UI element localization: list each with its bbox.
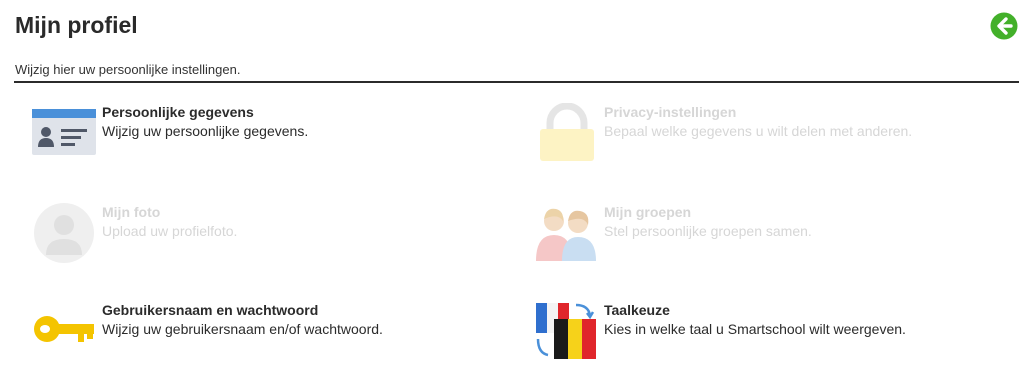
menu-item-description: Upload uw profielfoto. (102, 223, 238, 239)
menu-item-privacy-settings: Privacy-instellingen Bepaal welke gegeve… (534, 103, 1004, 167)
menu-item-description: Bepaal welke gegevens u wilt delen met a… (604, 123, 913, 139)
menu-item-description: Wijzig uw persoonlijke gegevens. (102, 123, 309, 139)
menu-item-my-groups: Mijn groepen Stel persoonlijke groepen s… (534, 203, 1004, 267)
menu-item-language[interactable]: Taalkeuze Kies in welke taal u Smartscho… (534, 301, 1004, 365)
menu-item-my-photo: Mijn foto Upload uw profielfoto. (32, 203, 502, 267)
header-divider (14, 81, 1019, 83)
user-silhouette-icon (32, 203, 98, 267)
menu-item-title: Privacy-instellingen (604, 104, 737, 120)
menu-item-username-password[interactable]: Gebruikersnaam en wachtwoord Wijzig uw g… (32, 301, 502, 365)
menu-item-description: Kies in welke taal u Smartschool wilt we… (604, 321, 906, 337)
page-subtitle: Wijzig hier uw persoonlijke instellingen… (15, 62, 241, 77)
language-flags-icon (534, 301, 600, 365)
menu-item-description: Stel persoonlijke groepen samen. (604, 223, 812, 239)
menu-item-title: Persoonlijke gegevens (102, 104, 254, 120)
key-icon (32, 301, 98, 365)
menu-item-title: Mijn groepen (604, 204, 692, 220)
back-button[interactable] (990, 12, 1018, 40)
menu-item-personal-data[interactable]: Persoonlijke gegevens Wijzig uw persoonl… (32, 103, 502, 167)
lock-icon (534, 103, 600, 167)
id-card-icon (32, 103, 98, 167)
menu-item-title: Mijn foto (102, 204, 161, 220)
page-title: Mijn profiel (15, 12, 138, 38)
menu-item-title: Taalkeuze (604, 302, 670, 318)
group-icon (534, 203, 600, 267)
menu-item-description: Wijzig uw gebruikersnaam en/of wachtwoor… (102, 321, 383, 337)
arrow-left-icon (990, 12, 1018, 40)
menu-item-title: Gebruikersnaam en wachtwoord (102, 302, 319, 318)
